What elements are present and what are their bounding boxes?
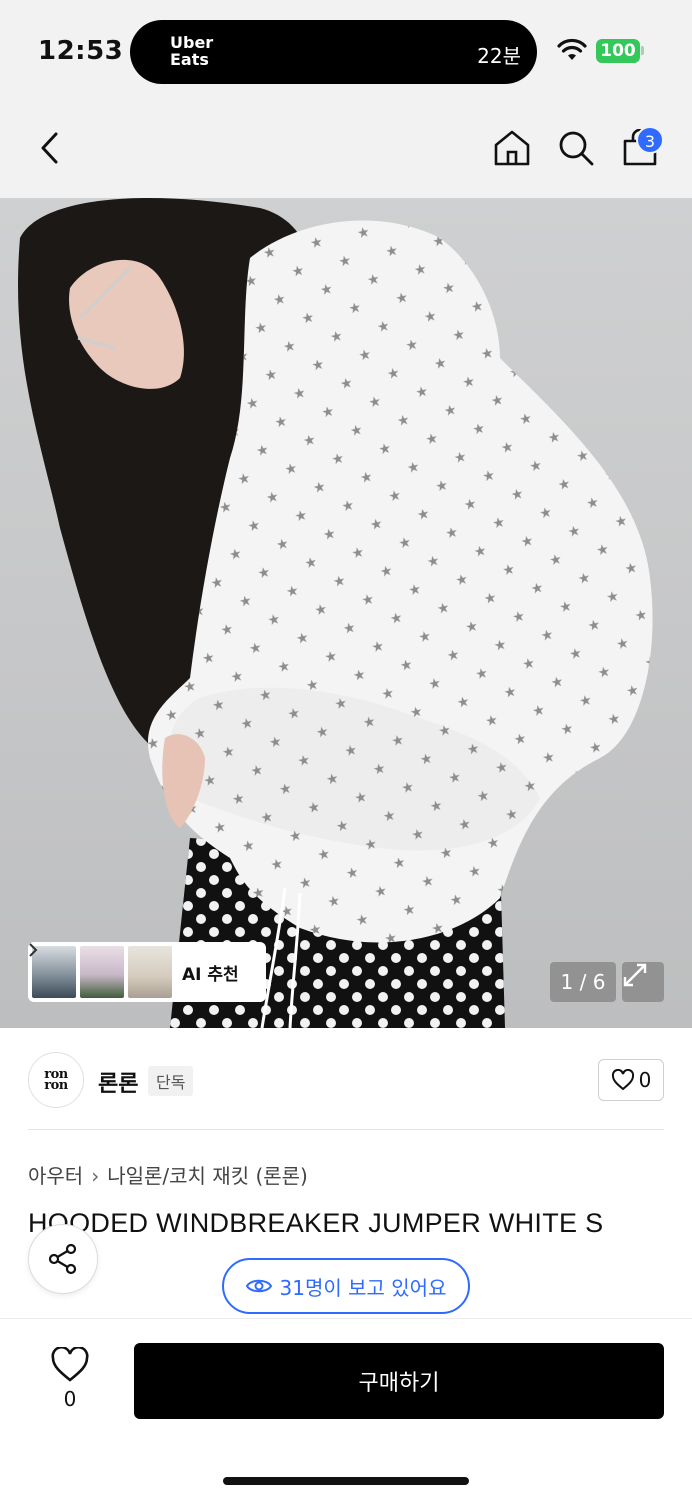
product-photo: ★ ★ [18,198,653,1028]
bottom-bar: 0 구매하기 [0,1318,692,1500]
search-icon[interactable] [556,128,596,168]
product-image-carousel[interactable]: ★ ★ AI 추천 [0,198,692,1028]
product-title: HOODED WINDBREAKER JUMPER WHITE S [28,1208,604,1238]
battery-tip [641,46,644,55]
uber-eats-logo: Uber Eats [170,33,214,69]
exclusive-badge: 단독 [148,1066,194,1096]
recommend-thumb-3 [128,946,172,998]
brand-like-count: 0 [638,1068,652,1092]
viewers-text: 31명이 보고 있어요 [279,1275,447,1300]
wishlist-heart-icon[interactable] [50,1347,90,1383]
breadcrumb-category[interactable]: 아우터 [28,1164,83,1188]
status-time: 12:53 [38,36,124,66]
eye-icon [245,1279,272,1293]
breadcrumb: 아우터 › 나일론/코치 재킷 (론론) [28,1160,308,1189]
breadcrumb-subcategory[interactable]: 나일론/코치 재킷 (론론) [107,1164,308,1188]
ai-recommend-label: AI 추천 [182,964,239,985]
brand-name[interactable]: 론론 [98,1066,138,1098]
status-bar: 12:53 Uber Eats 22분 100 [0,0,692,100]
chevron-right-icon: › [91,1164,100,1188]
back-icon[interactable] [30,128,70,168]
delivery-eta: 22분 [477,44,521,68]
recommend-thumb-1 [32,946,76,998]
share-icon [48,1243,77,1275]
battery-icon: 100 [596,39,640,63]
brand-logo[interactable]: ron ron [28,1052,84,1108]
home-icon[interactable] [492,128,532,168]
ai-recommend-card[interactable]: AI 추천 [28,942,266,1002]
buy-button[interactable]: 구매하기 [134,1343,664,1419]
image-page-indicator: 1 / 6 [550,962,616,1002]
brand-row: ron ron 론론 단독 0 [28,1050,664,1130]
viewers-pill: 31명이 보고 있어요 [222,1258,470,1314]
wishlist-count: 0 [63,1387,77,1411]
recommend-thumb-2 [80,946,124,998]
heart-icon [611,1069,634,1091]
home-indicator[interactable] [223,1477,469,1485]
top-nav [0,100,692,198]
live-activity[interactable]: Uber Eats 22분 [130,20,537,84]
brand-like-button[interactable]: 0 [598,1059,664,1101]
expand-icon[interactable] [622,962,664,1002]
wifi-icon [557,38,587,60]
share-button[interactable] [28,1224,98,1294]
cart-count-badge: 3 [636,126,664,154]
